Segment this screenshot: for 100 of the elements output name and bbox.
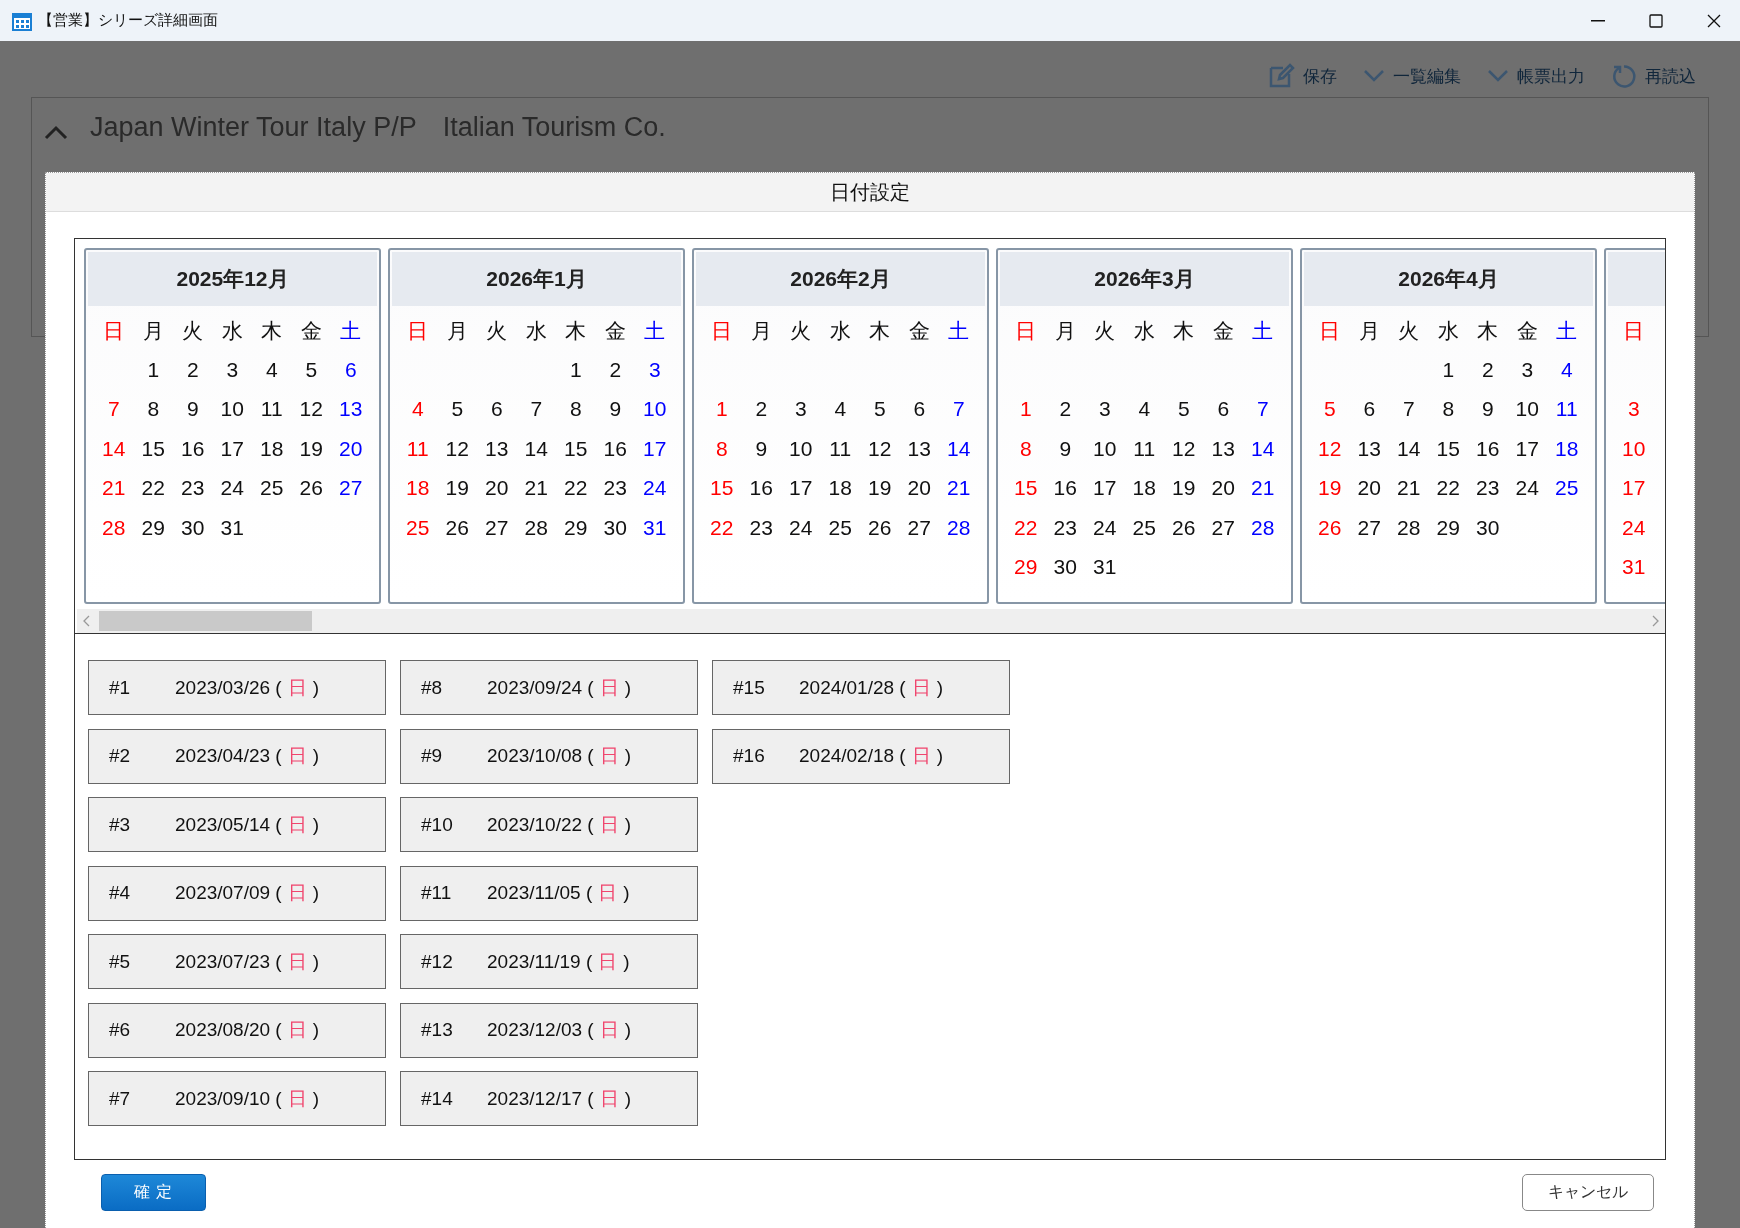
calendar-day[interactable]: 27 (331, 468, 371, 508)
calendar-day[interactable]: 8 (1006, 429, 1046, 469)
calendar-day[interactable]: 1 (556, 350, 596, 390)
calendar-day[interactable]: 23 (595, 468, 635, 508)
calendar-day[interactable]: 15 (1428, 429, 1468, 469)
calendar-day[interactable]: 2 (173, 350, 213, 390)
calendar-day[interactable]: 22 (133, 468, 173, 508)
calendar-day[interactable]: 3 (635, 350, 675, 390)
calendar-day[interactable]: 17 (635, 429, 675, 469)
calendar-day[interactable]: 3 (1614, 389, 1654, 429)
calendar-day[interactable]: 10 (635, 389, 675, 429)
calendar-day[interactable]: 12 (860, 429, 900, 469)
calendar-day[interactable]: 7 (1243, 389, 1283, 429)
calendar-day[interactable]: 24 (1507, 468, 1547, 508)
date-button[interactable]: #9 2023/10/08 ( 日 ) (400, 728, 698, 784)
date-button[interactable]: #12 2023/11/19 ( 日 ) (400, 934, 698, 989)
calendar-day[interactable]: 3 (212, 350, 252, 390)
calendar-day[interactable]: 12 (1164, 429, 1204, 469)
calendar-day[interactable]: 16 (1045, 468, 1085, 508)
calendar-day[interactable]: 13 (331, 389, 371, 429)
calendar-day[interactable]: 13 (1203, 429, 1243, 469)
calendar-day[interactable]: 23 (1045, 508, 1085, 548)
calendar-day[interactable]: 6 (1349, 389, 1389, 429)
calendar-day[interactable]: 30 (173, 508, 213, 548)
calendar-day[interactable]: 20 (331, 429, 371, 469)
calendar-day[interactable]: 20 (899, 468, 939, 508)
calendar-day[interactable]: 24 (1085, 508, 1125, 548)
calendar-day[interactable]: 28 (1243, 508, 1283, 548)
date-button[interactable]: #10 2023/10/22 ( 日 ) (400, 797, 698, 852)
calendar-day[interactable]: 21 (516, 468, 556, 508)
calendar-day[interactable]: 10 (781, 429, 821, 469)
calendar-day[interactable]: 10 (1614, 429, 1654, 469)
calendar-day[interactable]: 17 (212, 429, 252, 469)
calendar-day[interactable]: 10 (1507, 389, 1547, 429)
calendar-day[interactable]: 24 (212, 468, 252, 508)
calendar-day[interactable]: 9 (1045, 429, 1085, 469)
calendar-day[interactable]: 11 (398, 429, 438, 469)
calendar-day[interactable]: 30 (1468, 508, 1508, 548)
calendar-day[interactable]: 12 (437, 429, 477, 469)
calendar-day[interactable]: 19 (1310, 468, 1350, 508)
calendar-day[interactable]: 20 (1203, 468, 1243, 508)
calendar-day[interactable]: 27 (899, 508, 939, 548)
calendar-day[interactable]: 18 (820, 468, 860, 508)
calendar-day[interactable]: 1 (133, 350, 173, 390)
calendar-day[interactable]: 28 (1389, 508, 1429, 548)
date-button[interactable]: #1 2023/03/26 ( 日 ) (88, 660, 386, 715)
calendar-day[interactable]: 7 (939, 389, 979, 429)
calendar-day[interactable]: 24 (1614, 508, 1654, 548)
date-button[interactable]: #2 2023/04/23 ( 日 ) (88, 728, 386, 784)
calendar-day[interactable]: 20 (1349, 468, 1389, 508)
calendar-day[interactable]: 6 (331, 350, 371, 390)
calendar-day[interactable]: 4 (1124, 389, 1164, 429)
calendar-day[interactable]: 21 (1243, 468, 1283, 508)
calendar-day[interactable]: 2 (1468, 350, 1508, 390)
calendar-day[interactable]: 1 (702, 389, 742, 429)
calendar-day[interactable]: 27 (1203, 508, 1243, 548)
date-button[interactable]: #14 2023/12/17 ( 日 ) (400, 1071, 698, 1126)
calendar-day[interactable]: 28 (94, 508, 134, 548)
minimize-icon[interactable] (1591, 19, 1605, 22)
date-button[interactable]: #7 2023/09/10 ( 日 ) (88, 1071, 386, 1126)
calendar-day[interactable]: 6 (1203, 389, 1243, 429)
calendar-day[interactable]: 20 (477, 468, 517, 508)
calendar-day[interactable]: 26 (1164, 508, 1204, 548)
calendar-day[interactable]: 4 (252, 350, 292, 390)
calendar-day[interactable]: 9 (1468, 389, 1508, 429)
calendar-day[interactable]: 6 (477, 389, 517, 429)
date-button[interactable]: #16 2024/02/18 ( 日 ) (712, 728, 1010, 784)
calendar-day[interactable]: 30 (1045, 547, 1085, 587)
calendar-day[interactable]: 18 (1547, 429, 1587, 469)
calendar-day[interactable]: 19 (860, 468, 900, 508)
calendar-day[interactable]: 15 (556, 429, 596, 469)
calendar-day[interactable]: 17 (781, 468, 821, 508)
calendar-day[interactable]: 31 (1085, 547, 1125, 587)
calendar-day[interactable]: 15 (133, 429, 173, 469)
calendar-day[interactable]: 23 (741, 508, 781, 548)
calendar-day[interactable]: 6 (899, 389, 939, 429)
calendar-day[interactable]: 1 (1006, 389, 1046, 429)
calendar-day[interactable]: 31 (212, 508, 252, 548)
calendar-day[interactable]: 30 (595, 508, 635, 548)
calendar-day[interactable]: 1 (1428, 350, 1468, 390)
calendar-day[interactable]: 11 (1124, 429, 1164, 469)
calendar-day[interactable]: 3 (1085, 389, 1125, 429)
date-button[interactable]: #5 2023/07/23 ( 日 ) (88, 934, 386, 989)
calendar-day[interactable]: 8 (702, 429, 742, 469)
date-button[interactable]: #11 2023/11/05 ( 日 ) (400, 865, 698, 921)
calendar-day[interactable]: 9 (741, 429, 781, 469)
calendar-day[interactable]: 22 (702, 508, 742, 548)
calendar-day[interactable]: 25 (252, 468, 292, 508)
calendar-day[interactable]: 11 (1547, 389, 1587, 429)
calendar-day[interactable]: 19 (437, 468, 477, 508)
calendar-day[interactable]: 24 (635, 468, 675, 508)
calendar-day[interactable]: 5 (1310, 389, 1350, 429)
calendar-day[interactable]: 24 (781, 508, 821, 548)
calendar-day[interactable]: 29 (133, 508, 173, 548)
calendar-day[interactable]: 10 (1085, 429, 1125, 469)
confirm-button[interactable]: 確 定 (101, 1174, 206, 1211)
calendar-day[interactable]: 25 (398, 508, 438, 548)
calendar-day[interactable]: 27 (1349, 508, 1389, 548)
calendar-day[interactable]: 18 (1124, 468, 1164, 508)
calendar-day[interactable]: 9 (595, 389, 635, 429)
